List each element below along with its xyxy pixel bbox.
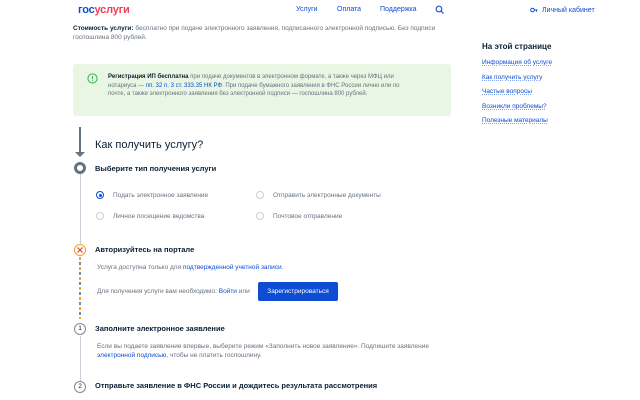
account-link[interactable]: Личный кабинет — [530, 6, 595, 14]
login-link[interactable]: Войти — [219, 288, 237, 295]
sidebar-item-faq[interactable]: Частые вопросы — [482, 88, 592, 95]
account-label: Личный кабинет — [542, 6, 595, 14]
sidebar-item-problems[interactable]: Возникли проблемы? — [482, 103, 592, 110]
notice-t3: . При подаче бумажного заявления в ФНС Р… — [222, 82, 400, 89]
notice-bold: Регистрация ИП бесплатна — [108, 74, 189, 80]
page-contents-sidebar: На этой странице Информация об услуге Ка… — [482, 42, 592, 132]
cost-line1: бесплатно при подаче электронного заявле… — [133, 25, 436, 32]
step-type-title: Выберите тип получения услуги — [95, 164, 217, 173]
key-icon — [530, 7, 538, 13]
how-to-get-title: Как получить услугу? — [95, 139, 204, 151]
step-done-marker — [74, 162, 86, 174]
search-icon[interactable] — [435, 5, 445, 15]
logo-text-gos: гос — [78, 4, 95, 16]
top-header: госуслуги Услуги Оплата Поддержка Личный… — [0, 0, 640, 22]
auth-note-end: . — [281, 264, 284, 271]
radio-icon — [96, 212, 104, 220]
nav-support[interactable]: Поддержка — [380, 6, 417, 13]
timeline-dashed-line — [79, 257, 81, 319]
sidebar-item-materials[interactable]: Полезные материалы — [482, 117, 592, 124]
cost-label: Стоимость услуги: — [73, 25, 134, 32]
step1-title: Заполните электронное заявление — [95, 324, 225, 333]
step1-description: Если вы подаете заявление впервые, выбер… — [97, 342, 429, 360]
radio-label: Отправить электронные документы — [273, 191, 381, 199]
cost-line2: госпошлина 800 рублей. — [73, 34, 147, 41]
auth-action-line: Для получения услуги вам необходимо: Вой… — [97, 287, 250, 296]
auth-note-text: Услуга доступна только для — [97, 264, 183, 271]
radio-postal[interactable]: Почтовое отправление — [256, 212, 342, 220]
timeline-arrowhead — [75, 152, 85, 157]
auth-action-text: Для получения услуги вам необходимо: — [97, 288, 219, 295]
info-notice: Регистрация ИП бесплатна при подаче доку… — [73, 64, 451, 116]
nav-services[interactable]: Услуги — [296, 6, 318, 13]
radio-label: Личное посещение ведомства — [113, 212, 205, 220]
radio-label: Подать электронное заявление — [113, 191, 209, 199]
step2-title: Отправьте заявление в ФНС России и дожди… — [95, 381, 378, 390]
verified-account-link[interactable]: подтвержденной учетной записи — [183, 264, 282, 271]
step-auth-title: Авторизуйтесь на портале — [95, 245, 195, 254]
service-cost: Стоимость услуги: бесплатно при подаче э… — [73, 24, 453, 42]
sidebar-item-info[interactable]: Информация об услуге — [482, 59, 592, 66]
step1-text: Если вы подаете заявление впервые, выбер… — [97, 343, 429, 350]
radio-selected-icon — [96, 191, 104, 199]
close-icon — [76, 246, 83, 253]
tax-code-link[interactable]: пп. 32 п. 3 ст. 333.35 НК РФ — [146, 83, 222, 89]
step-number-1: 1 — [74, 323, 86, 335]
notice-t1: при подаче документов в электронном форм… — [188, 74, 394, 80]
register-button[interactable]: Зарегистрироваться — [258, 282, 338, 301]
sidebar-title: На этой странице — [482, 42, 552, 51]
notice-text: Регистрация ИП бесплатна при подаче доку… — [108, 73, 438, 99]
sidebar-item-how[interactable]: Как получить услугу — [482, 74, 592, 81]
timeline-line — [79, 336, 81, 381]
step-error-marker — [74, 244, 86, 256]
radio-electronic-documents[interactable]: Отправить электронные документы — [256, 191, 381, 199]
e-signature-link[interactable]: электронной подписью — [97, 352, 166, 359]
radio-icon — [256, 191, 264, 199]
notice-t4: почте, а также электронного заявления бе… — [108, 91, 368, 97]
gosuslugi-logo[interactable]: госуслуги — [78, 4, 130, 16]
auth-or-text: или — [236, 288, 250, 295]
radio-electronic-application[interactable]: Подать электронное заявление — [96, 191, 208, 199]
info-icon — [87, 73, 98, 84]
auth-note: Услуга доступна только для подтвержденно… — [97, 263, 283, 272]
radio-personal-visit[interactable]: Личное посещение ведомства — [96, 212, 204, 220]
nav-payment[interactable]: Оплата — [337, 6, 361, 13]
radio-icon — [256, 212, 264, 220]
logo-text-uslugi: услуги — [94, 4, 130, 16]
timeline-line — [79, 174, 81, 244]
radio-label: Почтовое отправление — [273, 212, 343, 220]
step1-text-end: , чтобы не платить госпошлину. — [166, 352, 262, 359]
notice-t2: нотариуса — — [108, 82, 146, 89]
step-number-2: 2 — [74, 381, 86, 393]
